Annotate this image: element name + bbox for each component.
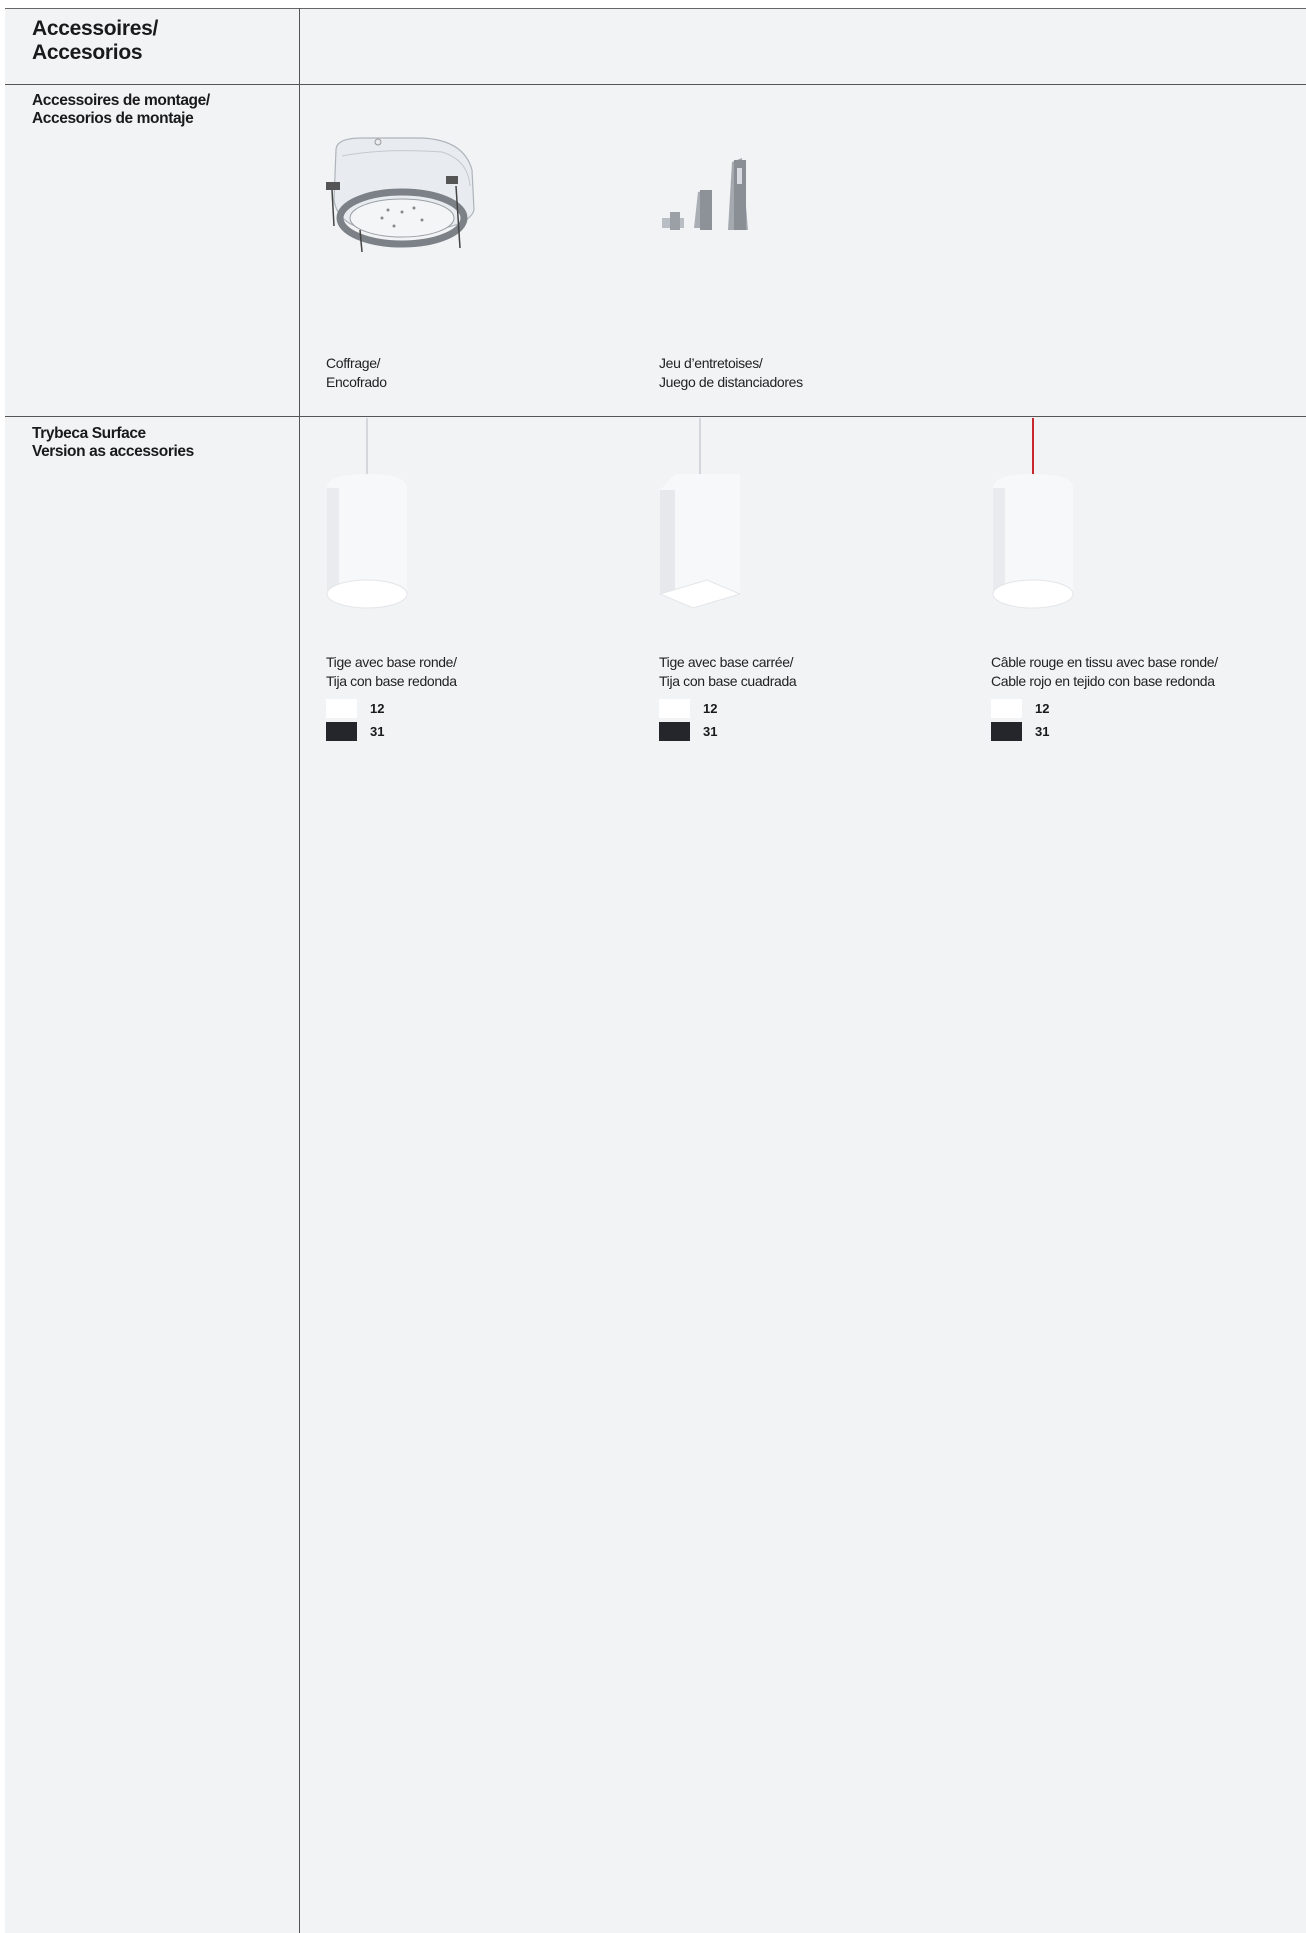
color-swatch-white [991,699,1022,718]
color-options: 12 31 [991,697,1049,743]
section-title: Accessoires/ Accesorios [32,17,158,64]
color-option: 31 [991,720,1049,743]
color-code: 12 [370,701,385,716]
color-swatch-black [991,722,1022,741]
top-rule [5,8,1306,9]
color-options: 12 31 [659,697,717,743]
catalog-page [5,8,1306,1933]
item-caption-round-rod: Tige avec base ronde/ Tija con base redo… [326,654,457,689]
color-code: 31 [370,724,385,739]
spacer-set-image [662,158,748,230]
item-caption-housing: Coffrage/ Encofrado [326,355,387,390]
column-divider [299,8,300,1933]
color-code: 12 [703,701,718,716]
color-code: 31 [1035,724,1050,739]
color-code: 12 [1035,701,1050,716]
row-title-trybeca-surface: Trybeca Surface Version as accessories [32,425,194,460]
color-option: 12 [659,697,717,720]
color-code: 31 [703,724,718,739]
color-swatch-black [326,722,357,741]
color-options: 12 31 [326,697,384,743]
color-option: 12 [326,697,384,720]
housing-image [326,137,475,253]
row-divider [5,84,1306,85]
color-option: 12 [991,697,1049,720]
pendant-round-rod-image [326,418,408,609]
row-title-mounting-accessories: Accessoires de montage/ Accesorios de mo… [32,92,210,127]
item-caption-red-cable: Câble rouge en tissu avec base ronde/ Ca… [991,654,1218,689]
color-option: 31 [659,720,717,743]
pendant-red-cable-image [992,418,1074,609]
row-divider [5,416,1306,417]
color-swatch-white [326,699,357,718]
item-caption-spacer-set: Jeu d’entretoises/ Juego de distanciador… [659,355,803,390]
item-caption-square-rod: Tige avec base carrée/ Tija con base cua… [659,654,797,689]
color-swatch-white [659,699,690,718]
pendant-square-rod-image [658,418,742,609]
color-option: 31 [326,720,384,743]
color-swatch-black [659,722,690,741]
